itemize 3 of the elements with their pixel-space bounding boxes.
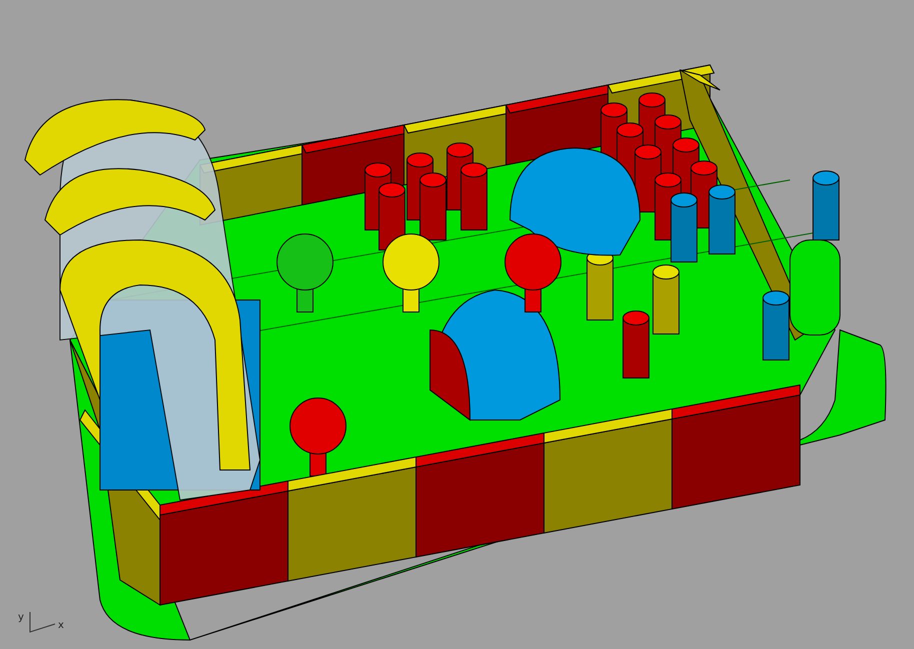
axis-label: x (58, 620, 64, 631)
axis-label: y (18, 612, 24, 623)
axis-icon (30, 612, 56, 633)
